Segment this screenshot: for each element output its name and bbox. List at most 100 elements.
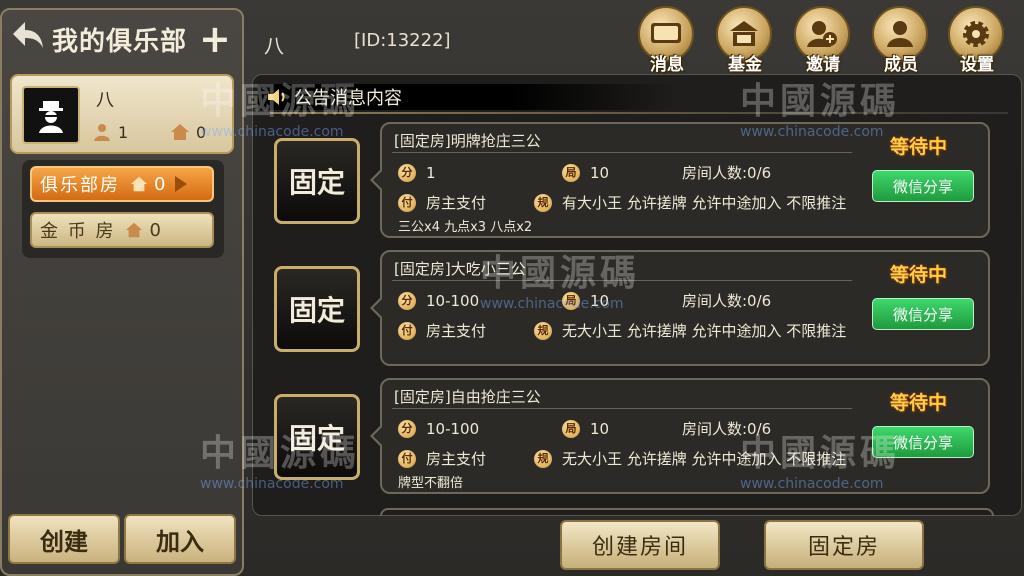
pay-chip-icon: 付 bbox=[398, 193, 416, 212]
rounds-chip-icon: 局 bbox=[562, 163, 580, 182]
rules-chip-icon: 规 bbox=[534, 321, 552, 340]
header-club-id: [ID:13222] bbox=[354, 30, 451, 51]
member-count-value: 1 bbox=[118, 122, 129, 142]
room-row-score: 分 1 局 10 房间人数:0/6 bbox=[398, 162, 771, 183]
club-name: 八 bbox=[96, 90, 114, 111]
room-count-value: 0 bbox=[196, 122, 207, 142]
room-card[interactable]: 固定 [固定房]大吃小三公 分 10-100 局 10 房间人数:0/6 付 房… bbox=[270, 250, 992, 368]
message-label: 消息 bbox=[650, 55, 684, 75]
create-club-button[interactable]: 创建 bbox=[8, 514, 120, 564]
title-underline bbox=[392, 408, 852, 409]
rounds-chip-icon: 局 bbox=[562, 419, 580, 438]
house-icon bbox=[126, 222, 143, 238]
room-row-score: 分 10-100 局 10 房间人数:0/6 bbox=[398, 418, 771, 439]
room-extra: 三公x4 九点x3 八点x2 bbox=[398, 220, 533, 235]
club-card[interactable]: 八 1 0 bbox=[10, 74, 234, 154]
room-card[interactable]: 固定 [固定房]明牌抢庄三公 分 1 局 10 房间人数:0/6 付 房主支付 … bbox=[270, 122, 992, 240]
score-chip-icon: 分 bbox=[398, 419, 416, 438]
app-root: 我的俱乐部 + 八 1 0 俱乐部房 0 金 币 房 0 创建 加入 八 [ID… bbox=[0, 0, 1024, 576]
fund-label: 基金 bbox=[728, 55, 762, 75]
tab-gold-rooms[interactable]: 金 币 房 0 bbox=[30, 212, 214, 248]
room-rounds: 10 bbox=[590, 419, 610, 438]
room-title: [固定房]明牌抢庄三公 bbox=[394, 132, 541, 150]
tab-club-rooms[interactable]: 俱乐部房 0 bbox=[30, 166, 214, 202]
room-status: 等待中 bbox=[890, 264, 948, 286]
room-extra: 牌型不翻倍 bbox=[398, 476, 464, 491]
room-pay: 房主支付 bbox=[426, 194, 487, 212]
room-rounds: 10 bbox=[590, 291, 610, 310]
tab-gold-rooms-count: 0 bbox=[149, 219, 161, 241]
room-title: [固定房]自由抢庄三公 bbox=[394, 388, 541, 406]
message-button[interactable]: 消息 bbox=[636, 6, 698, 75]
rules-chip-icon: 规 bbox=[534, 449, 552, 468]
tab-club-rooms-label: 俱乐部房 bbox=[40, 175, 120, 196]
wechat-share-button[interactable]: 微信分享 bbox=[872, 298, 974, 330]
fixed-room-badge: 固定 bbox=[274, 266, 360, 352]
invite-label: 邀请 bbox=[806, 55, 840, 75]
room-card-next-edge bbox=[380, 508, 994, 516]
pay-chip-icon: 付 bbox=[398, 321, 416, 340]
tab-gold-rooms-label: 金 币 房 bbox=[40, 221, 116, 242]
join-club-button[interactable]: 加入 bbox=[124, 514, 236, 564]
sidebar-header: 我的俱乐部 + bbox=[2, 10, 242, 68]
room-rules: 有大小王 允许搓牌 允许中途加入 不限推注 bbox=[562, 194, 847, 212]
card-pointer-fill bbox=[373, 170, 383, 190]
room-players: 房间人数:0/6 bbox=[682, 292, 772, 310]
room-players: 房间人数:0/6 bbox=[682, 420, 772, 438]
rounds-chip-icon: 局 bbox=[562, 291, 580, 310]
house-icon bbox=[171, 124, 189, 140]
person-icon bbox=[94, 124, 110, 141]
room-title: [固定房]大吃小三公 bbox=[394, 260, 526, 278]
room-type-list: 俱乐部房 0 金 币 房 0 bbox=[22, 160, 224, 258]
fixed-room-button[interactable]: 固定房 bbox=[764, 520, 924, 570]
member-count: 1 bbox=[92, 122, 128, 142]
header-club-name: 八 bbox=[264, 34, 284, 58]
rules-chip-icon: 规 bbox=[534, 193, 552, 212]
club-title: 我的俱乐部 bbox=[52, 26, 188, 57]
gentleman-icon bbox=[39, 101, 63, 133]
wechat-share-button[interactable]: 微信分享 bbox=[872, 170, 974, 202]
add-club-icon[interactable]: + bbox=[199, 20, 231, 58]
fixed-room-badge: 固定 bbox=[274, 394, 360, 480]
invite-button[interactable]: 邀请 bbox=[792, 6, 854, 75]
create-room-button[interactable]: 创建房间 bbox=[560, 520, 720, 570]
notice-divider bbox=[270, 112, 1008, 114]
tab-club-rooms-count: 0 bbox=[154, 173, 166, 195]
title-underline bbox=[392, 152, 852, 153]
room-info: [固定房]大吃小三公 分 10-100 局 10 房间人数:0/6 付 房主支付… bbox=[370, 250, 990, 366]
room-card[interactable]: 固定 [固定房]自由抢庄三公 分 10-100 局 10 房间人数:0/6 付 … bbox=[270, 378, 992, 496]
notice-bar: 公告消息内容 bbox=[258, 84, 678, 110]
card-pointer-fill bbox=[373, 426, 383, 446]
room-rounds: 10 bbox=[590, 163, 610, 182]
fixed-room-badge: 固定 bbox=[274, 138, 360, 224]
play-arrow-icon bbox=[175, 176, 188, 192]
room-score: 10-100 bbox=[426, 419, 480, 438]
room-info: [固定房]自由抢庄三公 分 10-100 局 10 房间人数:0/6 付 房主支… bbox=[370, 378, 990, 494]
room-rules: 无大小王 允许搓牌 允许中途加入 不限推注 bbox=[562, 450, 847, 468]
members-label: 成员 bbox=[884, 55, 918, 75]
room-pay: 房主支付 bbox=[426, 322, 487, 340]
pay-chip-icon: 付 bbox=[398, 449, 416, 468]
score-chip-icon: 分 bbox=[398, 163, 416, 182]
club-sidebar: 我的俱乐部 + 八 1 0 俱乐部房 0 金 币 房 0 创建 加入 bbox=[0, 8, 244, 576]
members-button[interactable]: 成员 bbox=[870, 6, 932, 75]
room-status: 等待中 bbox=[890, 136, 948, 158]
card-pointer-fill bbox=[373, 298, 383, 318]
settings-button[interactable]: 设置 bbox=[946, 6, 1008, 75]
room-score: 1 bbox=[426, 163, 436, 182]
room-players: 房间人数:0/6 bbox=[682, 164, 772, 182]
room-row-rules: 付 房主支付 规 有大小王 允许搓牌 允许中途加入 不限推注 bbox=[398, 192, 846, 213]
room-row-rules: 付 房主支付 规 无大小王 允许搓牌 允许中途加入 不限推注 bbox=[398, 448, 846, 469]
back-arrow-icon[interactable] bbox=[8, 19, 48, 59]
house-icon bbox=[130, 176, 148, 192]
room-row-score: 分 10-100 局 10 房间人数:0/6 bbox=[398, 290, 771, 311]
room-rules: 无大小王 允许搓牌 允许中途加入 不限推注 bbox=[562, 322, 847, 340]
room-score: 10-100 bbox=[426, 291, 480, 310]
fund-button[interactable]: 基金 bbox=[714, 6, 776, 75]
room-pay: 房主支付 bbox=[426, 450, 487, 468]
avatar bbox=[22, 86, 80, 144]
room-status: 等待中 bbox=[890, 392, 948, 414]
settings-label: 设置 bbox=[960, 55, 994, 75]
wechat-share-button[interactable]: 微信分享 bbox=[872, 426, 974, 458]
speaker-icon bbox=[268, 89, 285, 105]
